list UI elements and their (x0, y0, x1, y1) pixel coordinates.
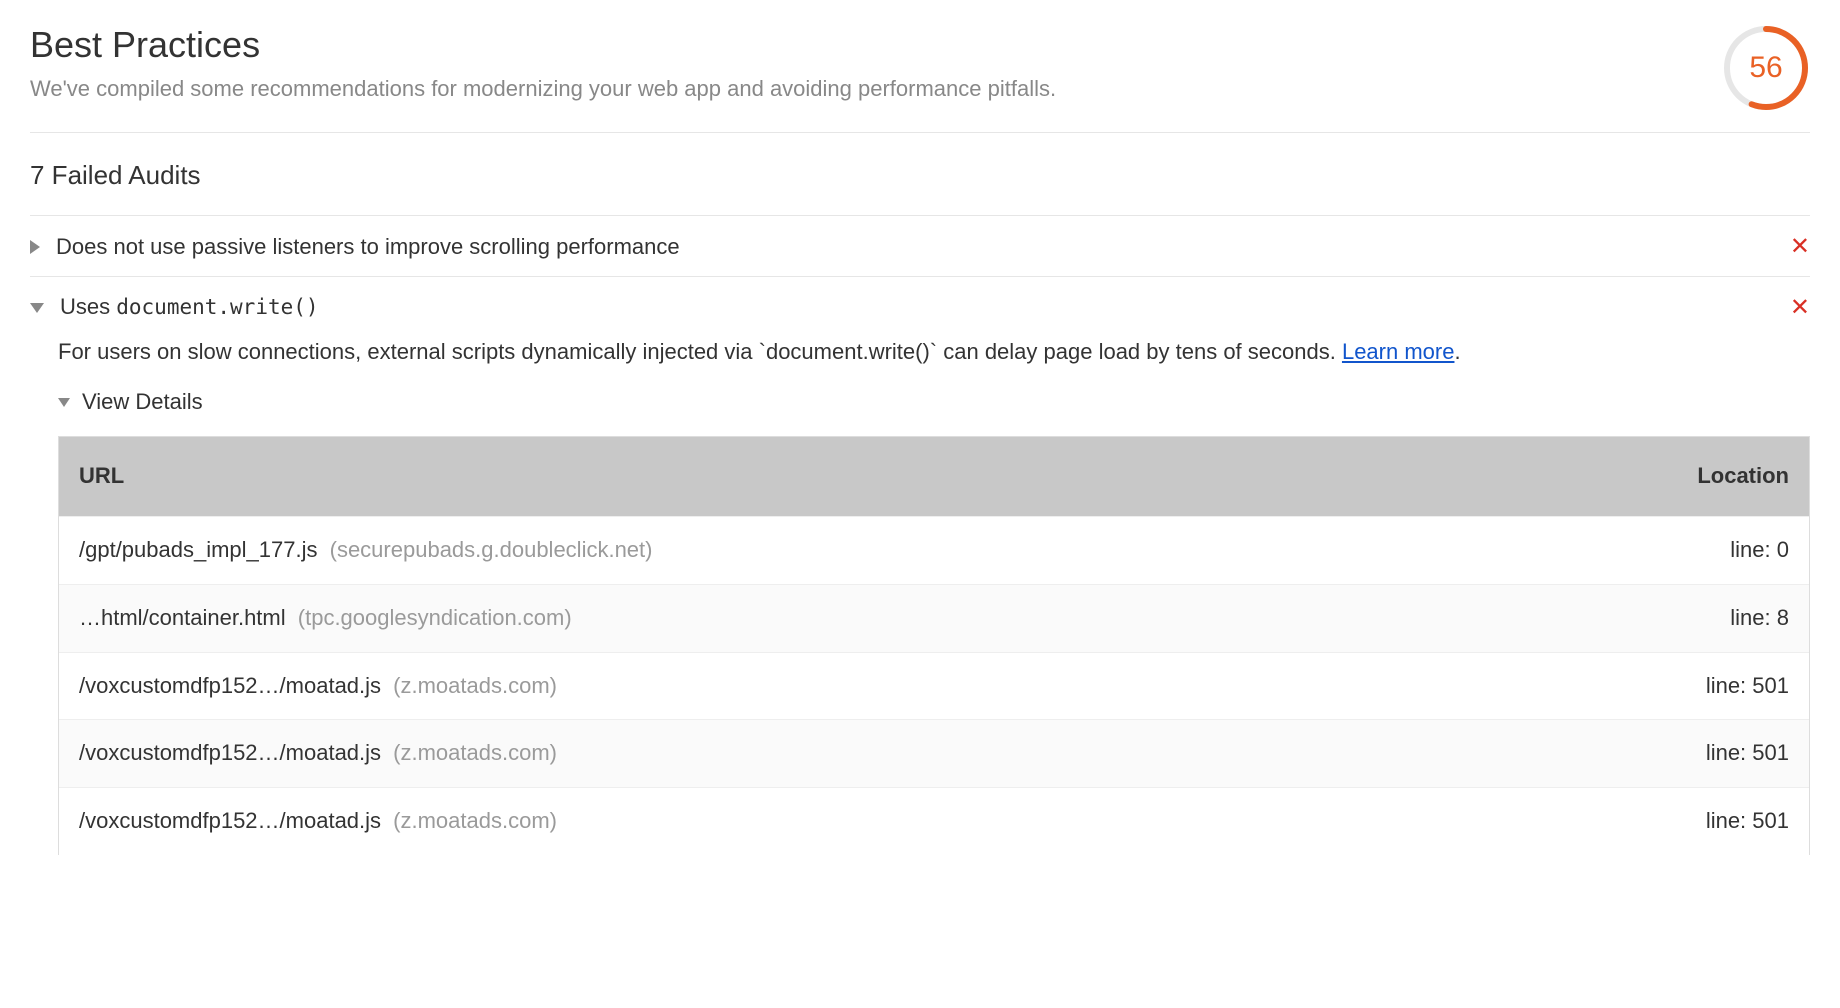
audit-description-text: For users on slow connections, external … (58, 339, 1342, 364)
learn-more-link[interactable]: Learn more (1342, 339, 1455, 364)
view-details-toggle[interactable]: View Details (30, 387, 1810, 418)
url-host: (tpc.googlesyndication.com) (298, 605, 572, 630)
location-cell: line: 0 (1639, 535, 1789, 566)
table-row: /voxcustomdfp152…/moatad.js (z.moatads.c… (59, 787, 1809, 855)
url-path: /voxcustomdfp152…/moatad.js (79, 808, 381, 833)
location-cell: line: 501 (1639, 806, 1789, 837)
url-host: (securepubads.g.doubleclick.net) (330, 537, 653, 562)
audit-title-code: document.write() (116, 295, 318, 319)
url-host: (z.moatads.com) (393, 808, 557, 833)
chevron-down-icon (58, 398, 70, 407)
col-header-url: URL (79, 461, 1639, 492)
fail-icon: ✕ (1790, 230, 1810, 264)
header: Best Practices We've compiled some recom… (30, 20, 1810, 133)
page-title: Best Practices (30, 20, 1702, 70)
url-path: /voxcustomdfp152…/moatad.js (79, 740, 381, 765)
table-row: /voxcustomdfp152…/moatad.js (z.moatads.c… (59, 652, 1809, 720)
audit-title-prefix: Uses (60, 294, 116, 319)
score-value: 56 (1722, 24, 1810, 112)
audit-description: For users on slow connections, external … (30, 337, 1810, 368)
audit-title: Uses document.write() (60, 292, 1778, 323)
details-table: URL Location /gpt/pubads_impl_177.js (se… (58, 436, 1810, 855)
location-cell: line: 501 (1639, 671, 1789, 702)
col-header-location: Location (1639, 461, 1789, 492)
url-path: …html/container.html (79, 605, 286, 630)
chevron-right-icon (30, 240, 40, 254)
page-subtitle: We've compiled some recommendations for … (30, 74, 1702, 105)
chevron-down-icon (30, 303, 44, 313)
view-details-label: View Details (82, 387, 203, 418)
audit-item: Does not use passive listeners to improv… (30, 216, 1810, 277)
table-row: …html/container.html (tpc.googlesyndicat… (59, 584, 1809, 652)
url-host: (z.moatads.com) (393, 740, 557, 765)
section-title: 7 Failed Audits (30, 157, 1810, 216)
location-cell: line: 501 (1639, 738, 1789, 769)
audit-item: Uses document.write() ✕ For users on slo… (30, 277, 1810, 855)
audit-title: Does not use passive listeners to improv… (56, 232, 1778, 263)
fail-icon: ✕ (1790, 291, 1810, 325)
score-gauge: 56 (1722, 24, 1810, 112)
url-host: (z.moatads.com) (393, 673, 557, 698)
audit-toggle[interactable]: Does not use passive listeners to improv… (30, 216, 1810, 276)
table-row: /gpt/pubads_impl_177.js (securepubads.g.… (59, 516, 1809, 584)
table-header: URL Location (59, 437, 1809, 516)
table-row: /voxcustomdfp152…/moatad.js (z.moatads.c… (59, 719, 1809, 787)
audit-toggle[interactable]: Uses document.write() ✕ (30, 277, 1810, 337)
url-path: /gpt/pubads_impl_177.js (79, 537, 318, 562)
location-cell: line: 8 (1639, 603, 1789, 634)
url-path: /voxcustomdfp152…/moatad.js (79, 673, 381, 698)
